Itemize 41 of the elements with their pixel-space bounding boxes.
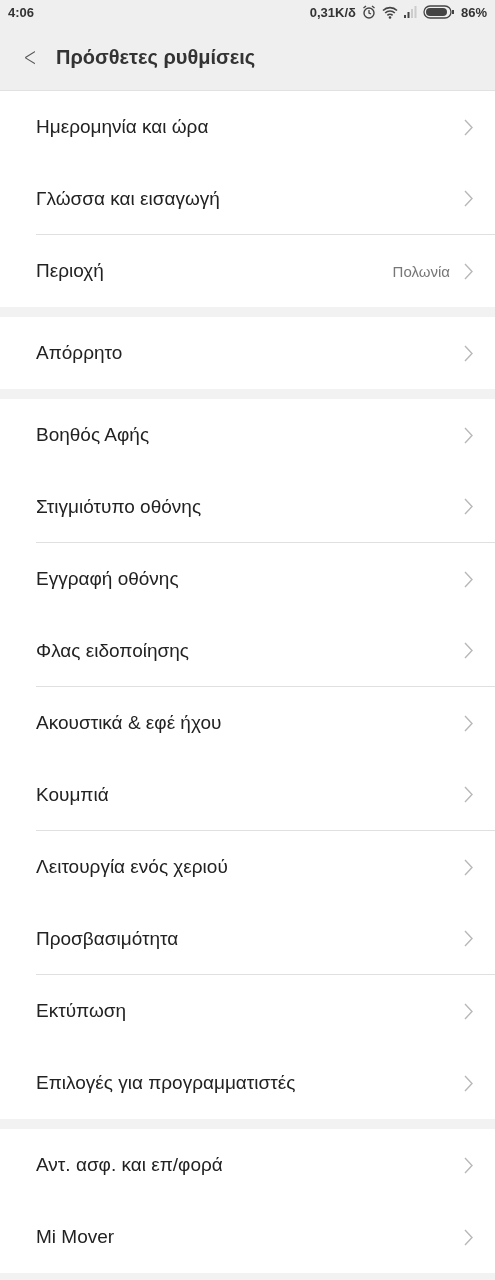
settings-item[interactable]: Ημερομηνία και ώρα <box>36 91 495 163</box>
settings-item[interactable]: Λειτουργία ενός χεριού <box>36 831 495 903</box>
battery-icon <box>422 5 455 19</box>
page-title: Πρόσθετες ρυθμίσεις <box>56 45 256 69</box>
settings-item[interactable]: Ακουστικά & εφέ ήχου <box>36 687 495 759</box>
chevron-right-icon <box>464 426 473 444</box>
back-button[interactable]: < <box>23 42 35 72</box>
chevron-right-icon <box>464 1074 473 1092</box>
chevron-right-icon <box>464 930 473 947</box>
settings-item[interactable]: Φλας ειδοποίησης <box>36 615 495 687</box>
chevron-right-icon <box>464 714 473 732</box>
network-speed: 0,31K/δ <box>309 4 356 20</box>
chevron-right-icon <box>464 786 473 803</box>
signal-icon <box>403 6 417 18</box>
settings-item[interactable]: Κουμπιά <box>36 759 495 831</box>
battery-percent: 86% <box>460 4 487 20</box>
chevron-right-icon <box>464 642 473 659</box>
settings-item[interactable]: Προσβασιμότητα <box>36 903 495 975</box>
settings-item[interactable]: Mi Mover <box>36 1201 495 1273</box>
chevron-right-icon <box>464 1002 473 1020</box>
clock-time: 4:06 <box>8 4 35 20</box>
chevron-right-icon <box>464 1228 473 1246</box>
chevron-right-icon <box>464 1156 473 1174</box>
chevron-right-icon <box>464 344 473 362</box>
settings-item[interactable]: Βοηθός Αφής <box>36 399 495 471</box>
alarm-icon <box>361 5 376 19</box>
chevron-right-icon <box>464 262 473 280</box>
settings-item[interactable]: Επιλογές για προγραμματιστές <box>36 1047 495 1119</box>
settings-item[interactable]: Περιοχή Πολωνία <box>36 235 495 307</box>
item-value: Πολωνία <box>392 262 450 280</box>
settings-item[interactable]: Εκτύπωση <box>36 975 495 1047</box>
settings-item[interactable]: Στιγμιότυπο οθόνης <box>36 471 495 543</box>
settings-item[interactable]: Αντ. ασφ. και επ/φορά <box>36 1129 495 1201</box>
chevron-right-icon <box>464 570 473 588</box>
chevron-right-icon <box>464 190 473 207</box>
chevron-right-icon <box>464 118 473 136</box>
chevron-right-icon <box>464 498 473 515</box>
settings-item[interactable]: Γλώσσα και εισαγωγή <box>36 163 495 235</box>
chevron-right-icon <box>464 858 473 876</box>
wifi-icon <box>381 5 398 19</box>
settings-item[interactable]: Εγγραφή οθόνης <box>36 543 495 615</box>
